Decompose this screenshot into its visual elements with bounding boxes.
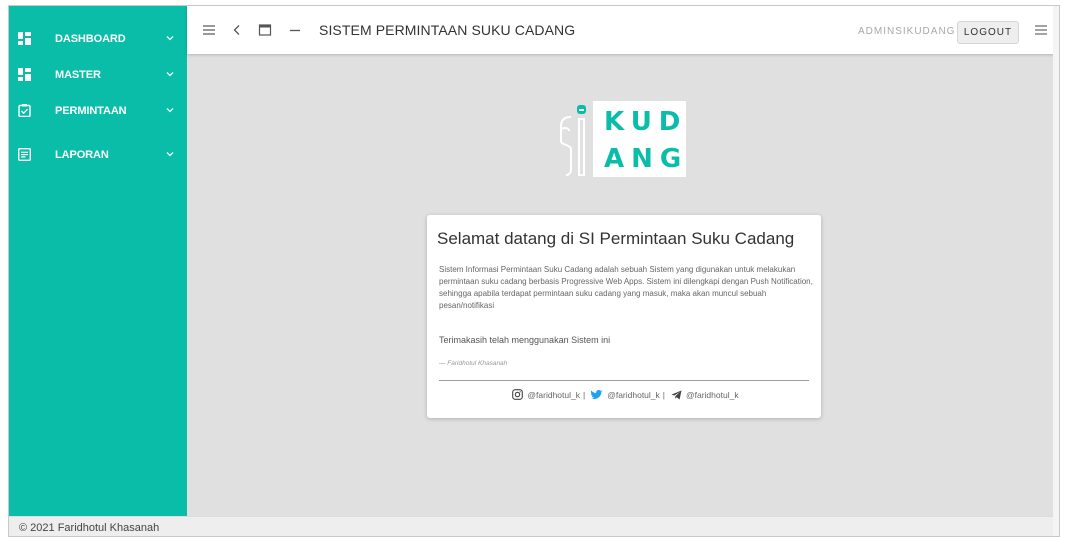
chevron-down-icon xyxy=(166,108,174,113)
sidebar-item-master[interactable]: MASTER xyxy=(9,64,187,86)
divider xyxy=(439,380,809,381)
telegram-link[interactable]: @faridhotul_k xyxy=(686,390,739,400)
footer-copyright: © 2021 Faridhotul Khasanah xyxy=(19,522,160,534)
footer: © 2021 Faridhotul Khasanah xyxy=(9,516,1059,536)
minimize-icon[interactable] xyxy=(287,22,303,38)
hamburger-menu-icon[interactable] xyxy=(1033,22,1049,38)
instagram-icon xyxy=(512,389,524,400)
twitter-link[interactable]: @faridhotul_k xyxy=(607,390,660,400)
logo-si-mark-icon xyxy=(560,105,586,176)
sidebar-item-label: PERMINTAAN xyxy=(55,105,127,117)
welcome-card: Selamat datang di SI Permintaan Suku Cad… xyxy=(427,215,821,418)
sidebar-item-dashboard[interactable]: DASHBOARD xyxy=(9,28,187,50)
dashboard-icon xyxy=(18,68,31,81)
logout-button[interactable]: LOGOUT xyxy=(957,21,1019,44)
sidebar-item-permintaan[interactable]: PERMINTAAN xyxy=(9,100,187,122)
social-links: @faridhotul_k | @faridhotul_k | @faridho… xyxy=(427,389,821,400)
welcome-heading: Selamat datang di SI Permintaan Suku Cad… xyxy=(437,229,795,248)
dashboard-icon xyxy=(18,32,31,45)
window-maximize-icon[interactable] xyxy=(257,22,273,38)
welcome-description: Sistem Informasi Permintaan Suku Cadang … xyxy=(439,265,813,310)
thanks-text: Terimakasih telah menggunakan Sistem ini xyxy=(439,335,611,345)
telegram-icon xyxy=(671,390,682,399)
username-label: ADMINSIKUDANG xyxy=(858,26,956,37)
clipboard-check-icon xyxy=(18,104,31,117)
scrollbar[interactable] xyxy=(1053,6,1059,536)
twitter-icon xyxy=(591,389,603,399)
chevron-left-icon[interactable] xyxy=(229,22,245,38)
hamburger-menu-icon[interactable] xyxy=(201,22,217,38)
logo-text-line1: KUD xyxy=(604,107,688,137)
article-icon xyxy=(18,148,31,161)
sikudang-logo: KUD ANG xyxy=(558,101,686,177)
sidebar-item-label: MASTER xyxy=(55,69,101,81)
chevron-down-icon xyxy=(166,152,174,157)
sidebar-item-label: LAPORAN xyxy=(55,149,109,161)
social-separator: | xyxy=(582,389,586,400)
sidebar-item-label: DASHBOARD xyxy=(55,33,126,45)
author-signature: — Faridhotul Khasanah xyxy=(439,360,508,367)
sidebar: DASHBOARD MASTER PERMINTAAN LAPORAN xyxy=(9,6,187,516)
instagram-link[interactable]: @faridhotul_k xyxy=(527,390,580,400)
top-bar: SISTEM PERMINTAAN SUKU CADANG ADMINSIKUD… xyxy=(187,6,1059,54)
chevron-down-icon xyxy=(166,72,174,77)
sidebar-item-laporan[interactable]: LAPORAN xyxy=(9,144,187,166)
page-title: SISTEM PERMINTAAN SUKU CADANG xyxy=(319,22,576,38)
app-window: DASHBOARD MASTER PERMINTAAN LAPORAN SIST… xyxy=(8,5,1060,537)
chevron-down-icon xyxy=(166,36,174,41)
logo-text-line2: ANG xyxy=(604,144,689,174)
social-separator: | xyxy=(662,389,665,400)
